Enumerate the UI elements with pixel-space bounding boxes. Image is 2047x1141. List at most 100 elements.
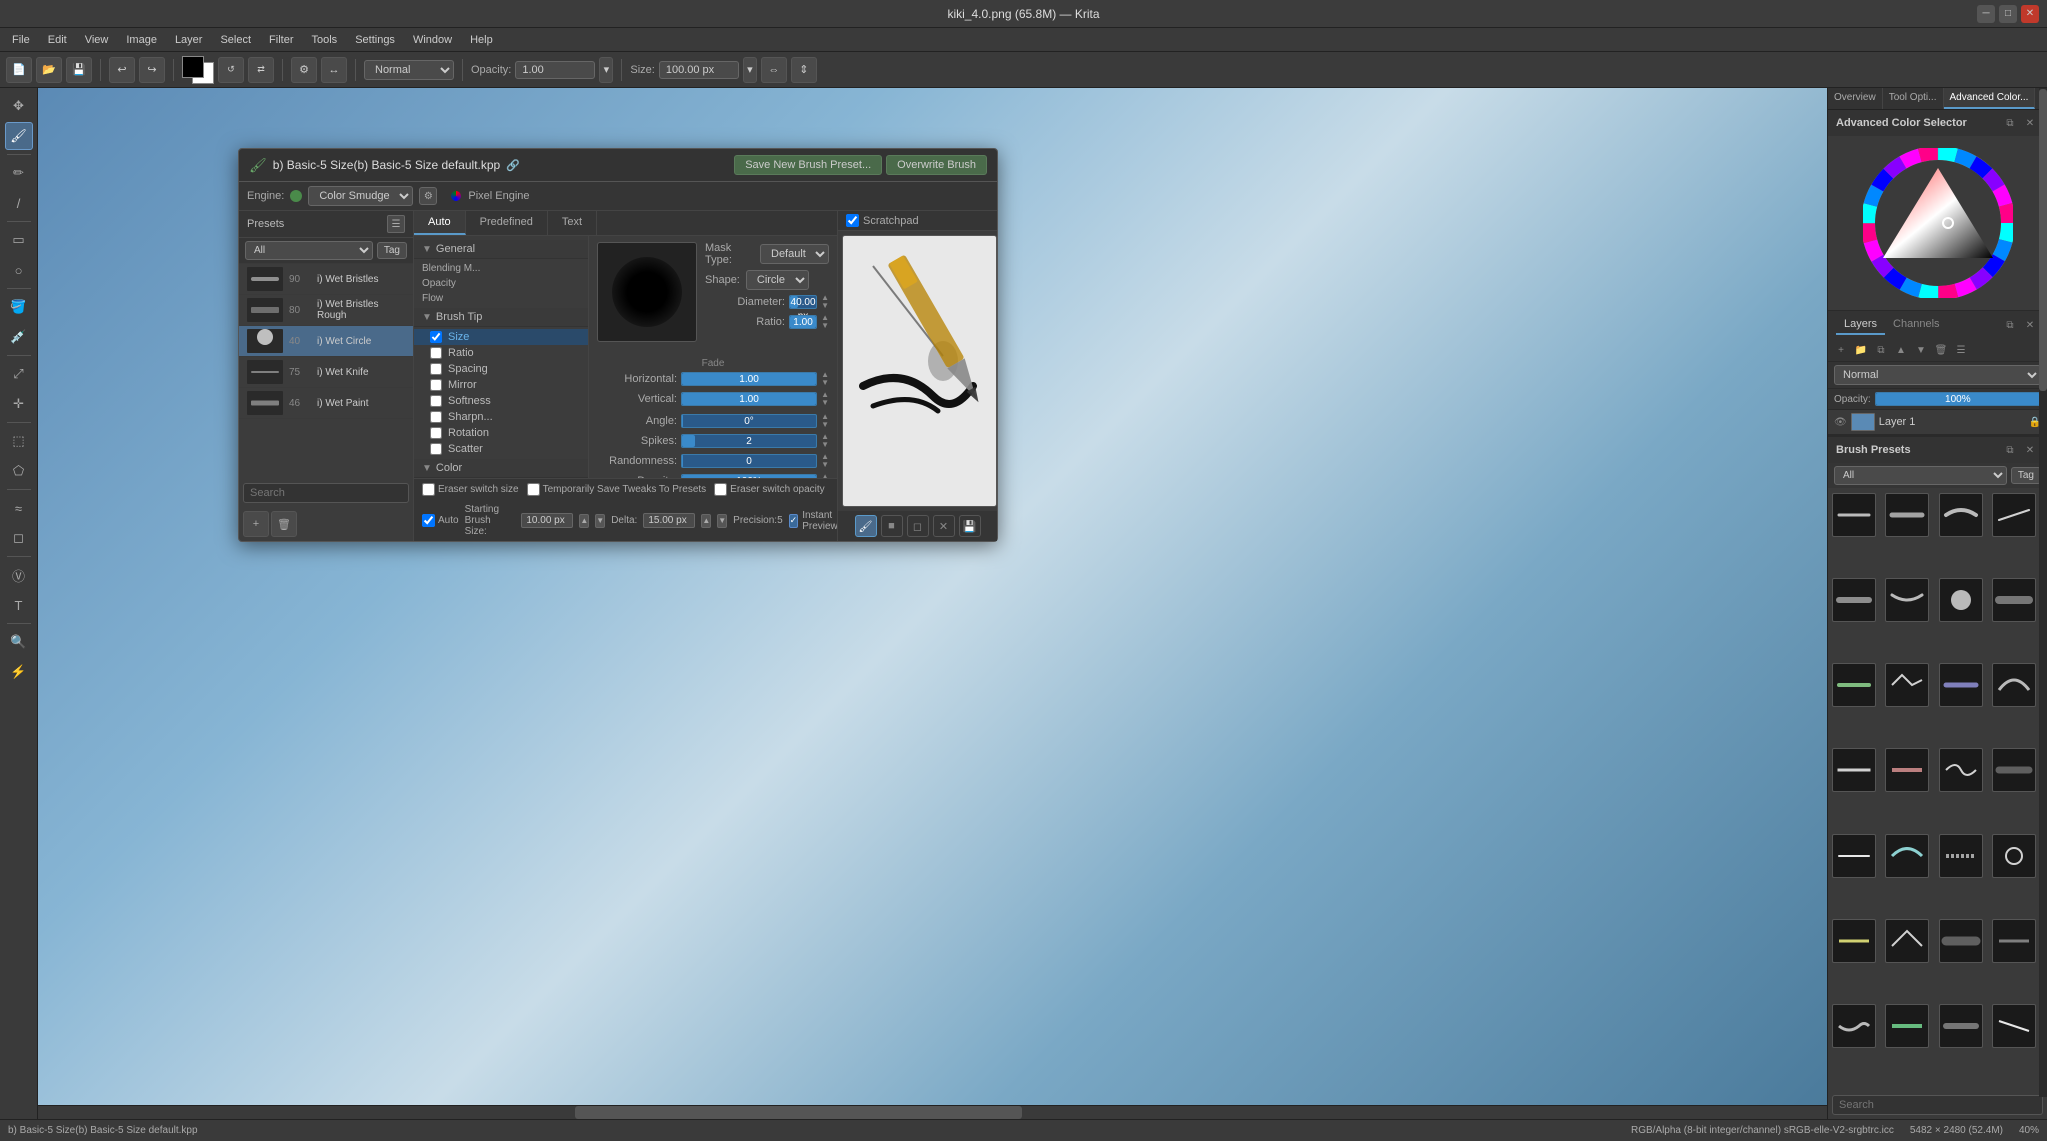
presets-menu-btn[interactable]: ☰ — [387, 215, 405, 233]
add-layer-btn[interactable]: + — [1832, 341, 1850, 359]
scratch-clear-btn[interactable]: ✕ — [933, 515, 955, 537]
shape-select[interactable]: Circle — [746, 270, 809, 290]
layer-blend-select[interactable]: Normal — [1834, 365, 2041, 385]
menu-window[interactable]: Window — [405, 32, 460, 48]
menu-view[interactable]: View — [77, 32, 117, 48]
tool-move[interactable]: ✛ — [5, 390, 33, 418]
layer-row-1[interactable]: 👁 Layer 1 🔒 — [1828, 410, 2047, 435]
move-up-btn[interactable]: ▲ — [1892, 341, 1910, 359]
tool-smudge[interactable]: ≈ — [5, 494, 33, 522]
brush-settings[interactable]: ⚙ — [291, 57, 317, 83]
tool-zoom[interactable]: ✥ — [5, 92, 33, 120]
down-arrow[interactable]: ▼ — [821, 379, 829, 387]
bp-thumb-20[interactable] — [1992, 834, 2036, 878]
bp-thumb-5[interactable] — [1832, 578, 1876, 622]
float-presets-btn[interactable]: ⧉ — [2001, 441, 2019, 459]
tool-fill[interactable]: 🪣 — [5, 293, 33, 321]
swap-colors[interactable]: ⇄ — [248, 57, 274, 83]
channels-tab[interactable]: Channels — [1885, 315, 1947, 335]
mirror-checkbox[interactable] — [430, 379, 442, 391]
param-sharpness[interactable]: Sharpn... — [414, 409, 588, 425]
rotation-checkbox[interactable] — [430, 427, 442, 439]
param-mirror[interactable]: Mirror — [414, 377, 588, 393]
preset-item-knife[interactable]: 75 i) Wet Knife — [239, 357, 413, 388]
tab-predefined[interactable]: Predefined — [466, 211, 548, 235]
menu-filter[interactable]: Filter — [261, 32, 301, 48]
bp-thumb-4[interactable] — [1992, 493, 2036, 537]
float-layers-btn[interactable]: ⧉ — [2001, 316, 2019, 334]
tab-text[interactable]: Text — [548, 211, 597, 235]
new-button[interactable]: 📄 — [6, 57, 32, 83]
move-down-btn[interactable]: ▼ — [1912, 341, 1930, 359]
foreground-color[interactable] — [182, 56, 214, 84]
tool-text[interactable]: T — [5, 591, 33, 619]
temp-save-cb[interactable] — [527, 483, 540, 496]
param-softness[interactable]: Softness — [414, 393, 588, 409]
menu-edit[interactable]: Edit — [40, 32, 75, 48]
starting-size-input[interactable] — [521, 513, 573, 528]
eye-icon[interactable]: 👁 — [1834, 417, 1847, 428]
bp-thumb-22[interactable] — [1885, 919, 1929, 963]
delete-brush-btn[interactable]: 🗑 — [271, 511, 297, 537]
bp-thumb-21[interactable] — [1832, 919, 1876, 963]
close-layers-btn[interactable]: ✕ — [2021, 316, 2039, 334]
add-brush-btn[interactable]: + — [243, 511, 269, 537]
preset-item-circle[interactable]: 40 i) Wet Circle — [239, 326, 413, 357]
filter-select[interactable]: All — [245, 241, 373, 260]
size-chevron[interactable]: ▾ — [743, 57, 757, 83]
bp-thumb-7[interactable] — [1939, 578, 1983, 622]
bp-filter-select[interactable]: All — [1834, 466, 2007, 485]
softness-checkbox[interactable] — [430, 395, 442, 407]
starting-size-down[interactable]: ▼ — [595, 514, 605, 528]
bp-thumb-1[interactable] — [1832, 493, 1876, 537]
close-presets-btn[interactable]: ✕ — [2021, 441, 2039, 459]
engine-settings-btn[interactable]: ⚙ — [419, 187, 437, 205]
ratio-track[interactable]: 1.00 — [789, 315, 817, 329]
bp-thumb-6[interactable] — [1885, 578, 1929, 622]
h-scrollbar-thumb[interactable] — [575, 1106, 1022, 1119]
bp-thumb-26[interactable] — [1885, 1004, 1929, 1048]
tool-transform[interactable]: ⤢ — [5, 360, 33, 388]
layer-opacity-track[interactable]: 100% — [1875, 392, 2041, 406]
angle-track[interactable]: 0° — [681, 414, 817, 428]
down-arrow[interactable]: ▼ — [821, 399, 829, 407]
overwrite-preset-btn[interactable]: Overwrite Brush — [886, 155, 987, 175]
tool-select-rect[interactable]: ⬚ — [5, 427, 33, 455]
menu-file[interactable]: File — [4, 32, 38, 48]
undo-button[interactable]: ↩ — [109, 57, 135, 83]
color-wheel-svg[interactable] — [1863, 148, 2013, 298]
bp-thumb-19[interactable] — [1939, 834, 1983, 878]
down-arrow[interactable]: ▼ — [821, 302, 829, 310]
tab-overview[interactable]: Overview — [1828, 88, 1883, 109]
param-ratio[interactable]: Ratio — [414, 345, 588, 361]
bp-thumb-2[interactable] — [1885, 493, 1929, 537]
blend-mode-select[interactable]: Normal — [364, 60, 454, 80]
scratch-paint-btn[interactable]: 🖌 — [855, 515, 877, 537]
tool-erase[interactable]: ◻ — [5, 524, 33, 552]
tool-freehand[interactable]: ✏ — [5, 159, 33, 187]
save-preset-btn[interactable]: Save New Brush Preset... — [734, 155, 882, 175]
menu-settings[interactable]: Settings — [347, 32, 403, 48]
bp-search-input[interactable] — [1832, 1095, 2043, 1115]
vertical-track[interactable]: 1.00 — [681, 392, 817, 406]
bp-thumb-3[interactable] — [1939, 493, 1983, 537]
preset-item-paint[interactable]: 46 i) Wet Paint — [239, 388, 413, 419]
general-section-header[interactable]: ▼ General — [414, 240, 588, 259]
tool-search[interactable]: 🔍 — [5, 628, 33, 656]
engine-select[interactable]: Color Smudge — [308, 186, 413, 206]
bp-thumb-14[interactable] — [1885, 748, 1929, 792]
down-arrow[interactable]: ▼ — [821, 322, 829, 330]
advanced-color-header[interactable]: Advanced Color Selector ⧉ ✕ — [1828, 110, 2047, 136]
menu-select[interactable]: Select — [212, 32, 259, 48]
mask-type-select[interactable]: Default — [760, 244, 829, 264]
tool-vector[interactable]: Ⓥ — [5, 561, 33, 589]
sharpness-checkbox[interactable] — [430, 411, 442, 423]
bp-thumb-13[interactable] — [1832, 748, 1876, 792]
size-input[interactable]: 100.00 px — [659, 61, 739, 79]
v-scrollbar[interactable] — [2039, 88, 2047, 1097]
close-button[interactable]: ✕ — [2021, 5, 2039, 23]
reset-colors[interactable]: ↺ — [218, 57, 244, 83]
mirror-h[interactable]: ⇔ — [761, 57, 787, 83]
minimize-button[interactable]: ─ — [1977, 5, 1995, 23]
tool-rect[interactable]: ▭ — [5, 226, 33, 254]
